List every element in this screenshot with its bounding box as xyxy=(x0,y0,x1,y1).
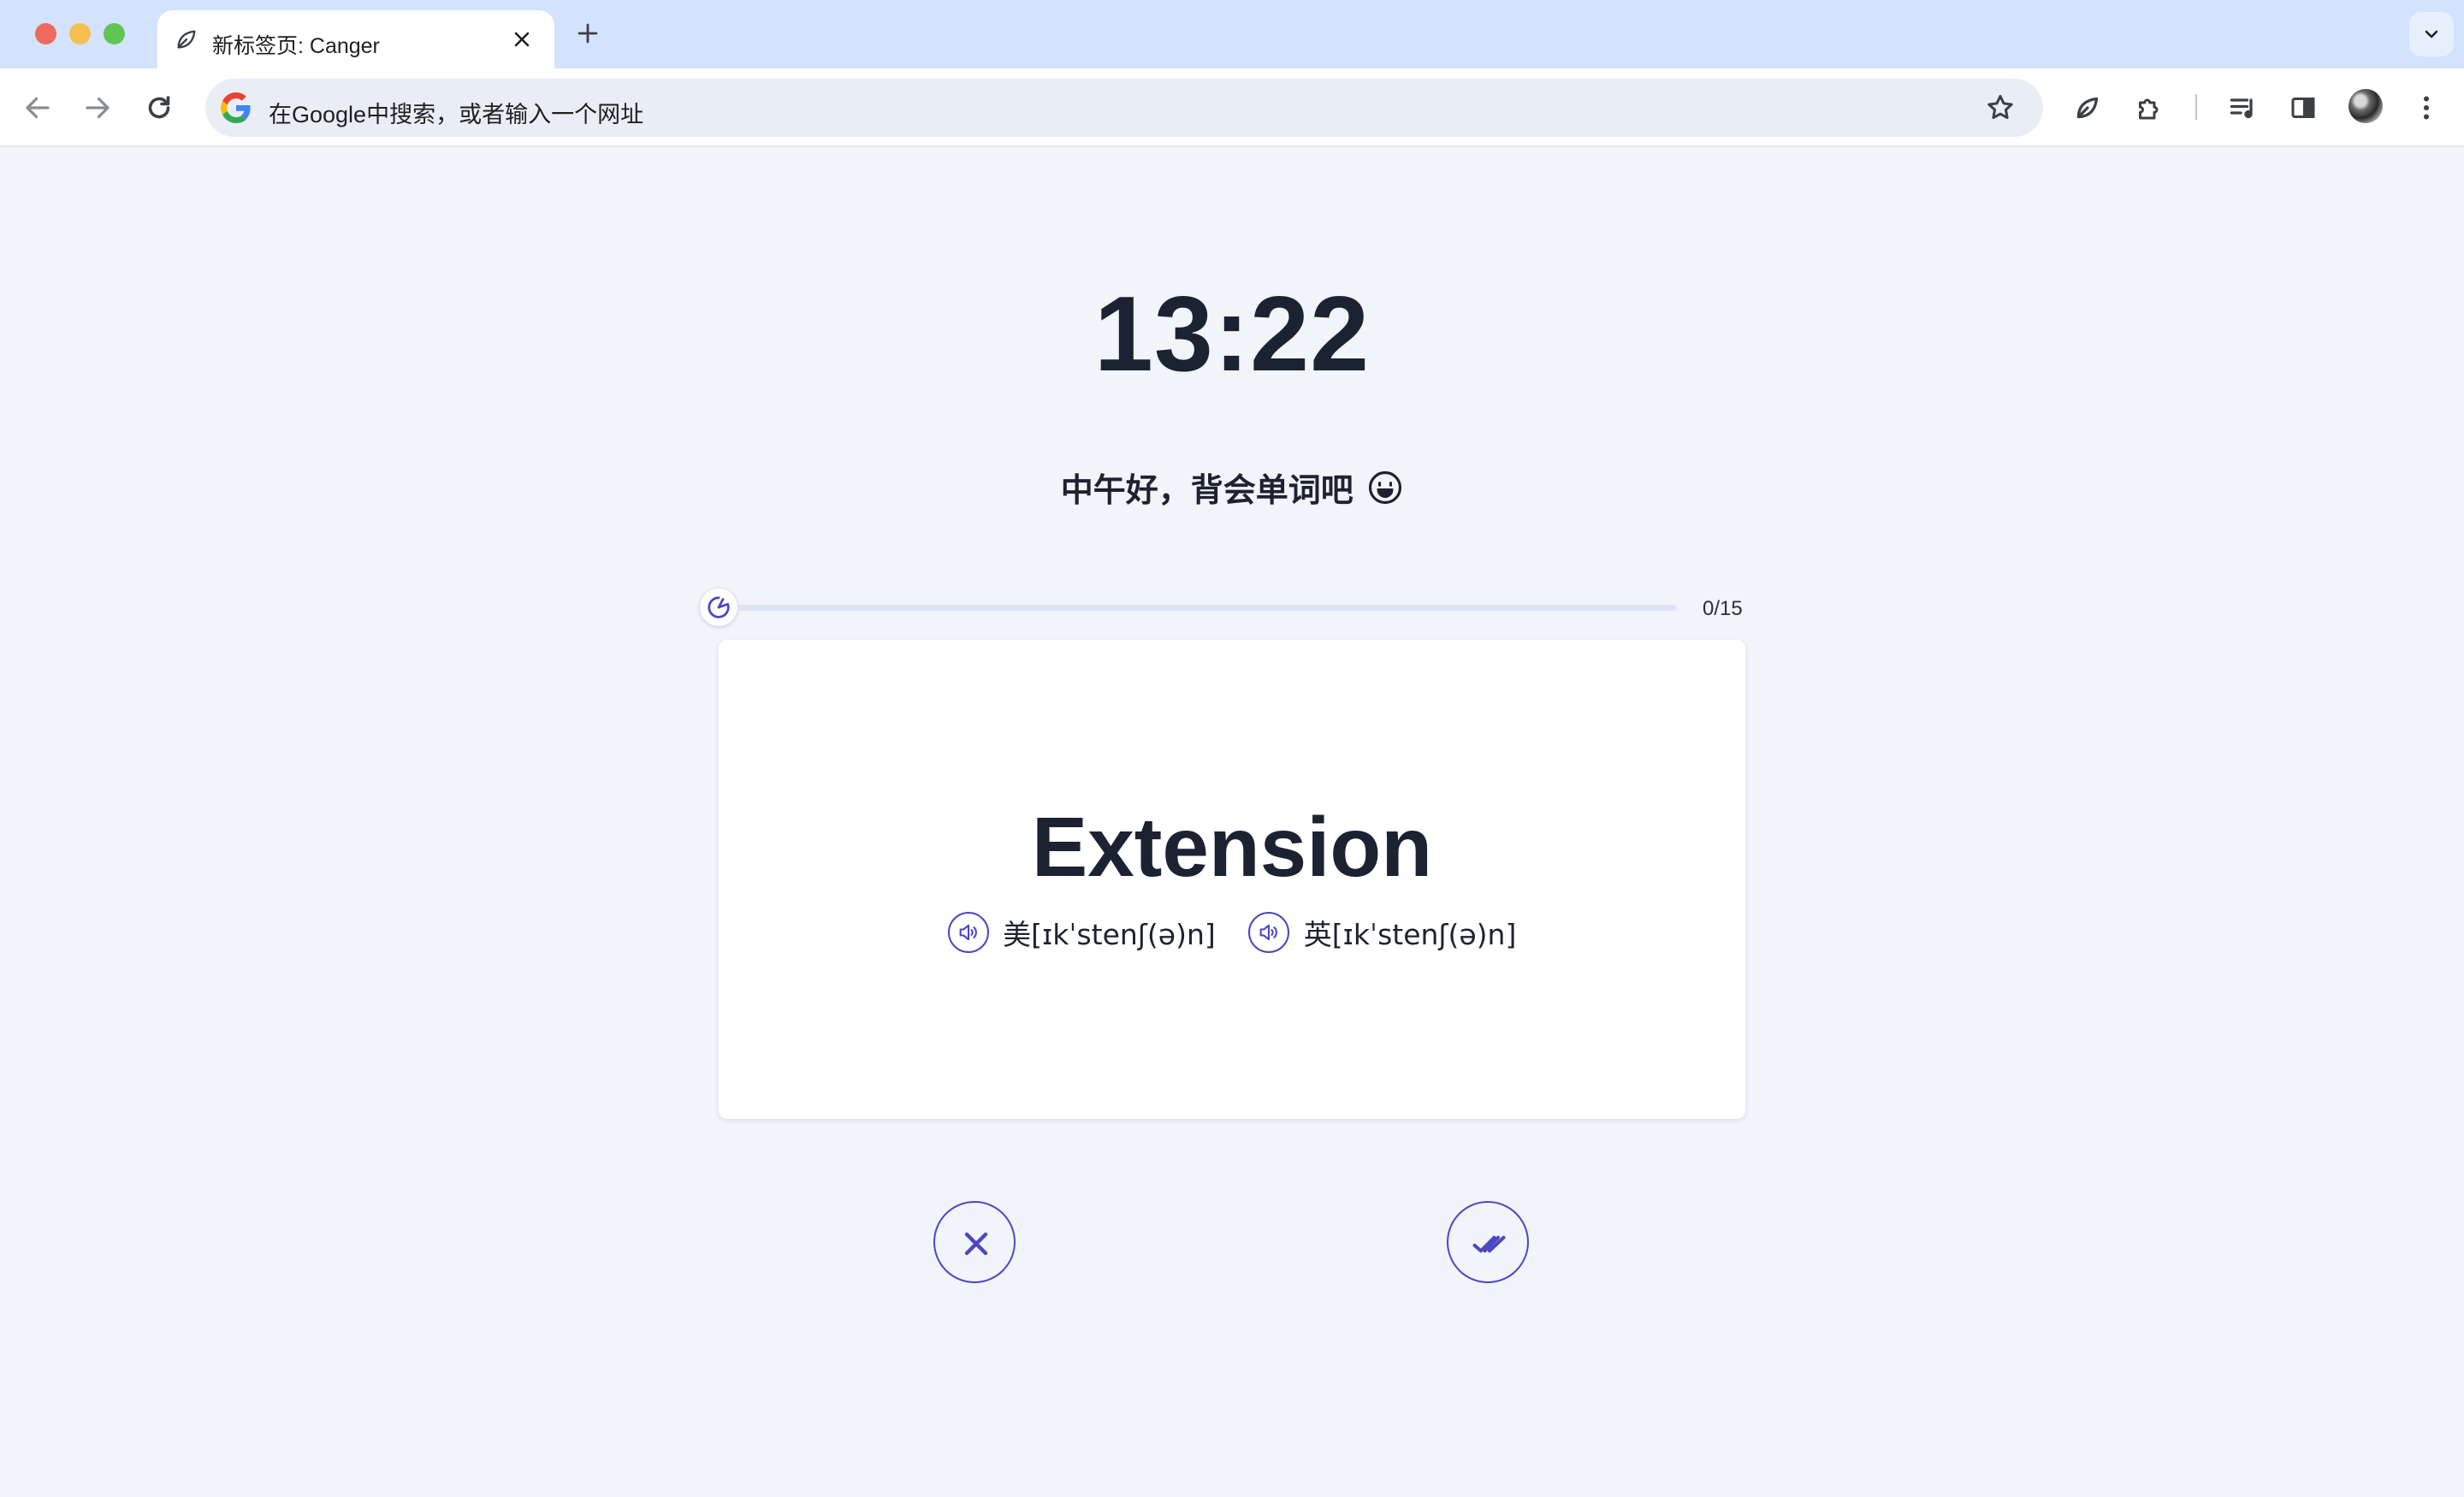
progress-bar xyxy=(737,605,1677,611)
side-panel-icon[interactable] xyxy=(2288,92,2319,123)
puzzle-icon[interactable] xyxy=(2134,92,2165,123)
tab-strip: 新标签页: Canger xyxy=(0,0,2464,68)
reload-icon[interactable] xyxy=(144,92,175,123)
address-bar[interactable]: 在Google中搜索，或者输入一个网址 xyxy=(205,79,2043,137)
tab-search-button[interactable] xyxy=(2409,12,2454,56)
phonetic-us-label: 美[ɪkˈstenʃ(ə)n] xyxy=(1003,918,1216,951)
profile-avatar[interactable] xyxy=(2348,89,2383,123)
progress-count: 0/15 xyxy=(1703,597,1743,620)
pie-progress-icon xyxy=(708,596,730,618)
smile-icon xyxy=(1369,470,1402,504)
clock: 13:22 xyxy=(1093,275,1371,393)
kebab-menu-icon[interactable] xyxy=(2411,92,2442,123)
window-minimize-button[interactable] xyxy=(69,23,91,44)
window-maximize-button[interactable] xyxy=(104,23,125,44)
media-icon[interactable] xyxy=(2228,92,2259,123)
phonetics-row: 美[ɪkˈstenʃ(ə)n] 英[ɪkˈstenʃ(ə)n] xyxy=(719,912,1745,953)
word-card: Extension 美[ɪkˈstenʃ(ə)n] 英[ɪkˈstenʃ(ə)n… xyxy=(719,640,1745,1119)
speaker-icon xyxy=(959,924,977,941)
progress-indicator xyxy=(700,589,737,626)
leaf-extension-icon[interactable] xyxy=(2072,92,2103,123)
forward-icon[interactable] xyxy=(82,92,113,123)
window-close-button[interactable] xyxy=(35,23,56,44)
browser-toolbar: 在Google中搜索，或者输入一个网址 xyxy=(0,68,2464,147)
forget-button[interactable] xyxy=(933,1201,1016,1283)
greeting-text: 中午好，背会单词吧 xyxy=(1060,473,1353,509)
greeting: 中午好，背会单词吧 xyxy=(0,464,2464,511)
leaf-icon xyxy=(177,30,196,49)
speaker-icon xyxy=(1259,924,1278,941)
pronounce-us-button[interactable] xyxy=(947,912,989,953)
phonetic-us: 美[ɪkˈstenʃ(ə)n] xyxy=(947,912,1216,953)
x-icon xyxy=(964,1232,988,1256)
new-tab-icon[interactable] xyxy=(575,21,601,46)
tab-title: 新标签页: Canger xyxy=(212,34,380,58)
word-text: Extension xyxy=(1031,800,1433,894)
tab-active[interactable]: 新标签页: Canger xyxy=(157,10,554,68)
know-button[interactable] xyxy=(1447,1201,1529,1283)
double-check-icon xyxy=(1472,1235,1506,1253)
toolbar-separator xyxy=(2195,94,2197,120)
google-icon xyxy=(221,92,251,123)
chevron-down-icon xyxy=(2425,30,2438,38)
phonetic-uk-label: 英[ɪkˈstenʃ(ə)n] xyxy=(1303,918,1517,951)
pronounce-uk-button[interactable] xyxy=(1248,912,1290,953)
star-icon[interactable] xyxy=(1985,92,2016,123)
phonetic-uk: 英[ɪkˈstenʃ(ə)n] xyxy=(1248,912,1516,953)
close-icon[interactable] xyxy=(512,29,532,50)
address-bar-placeholder: 在Google中搜索，或者输入一个网址 xyxy=(269,102,644,127)
back-icon[interactable] xyxy=(22,92,53,123)
browser-window: 新标签页: Canger 在Google中搜索，或者输入一个网址 13:22 中… xyxy=(0,0,2464,1497)
